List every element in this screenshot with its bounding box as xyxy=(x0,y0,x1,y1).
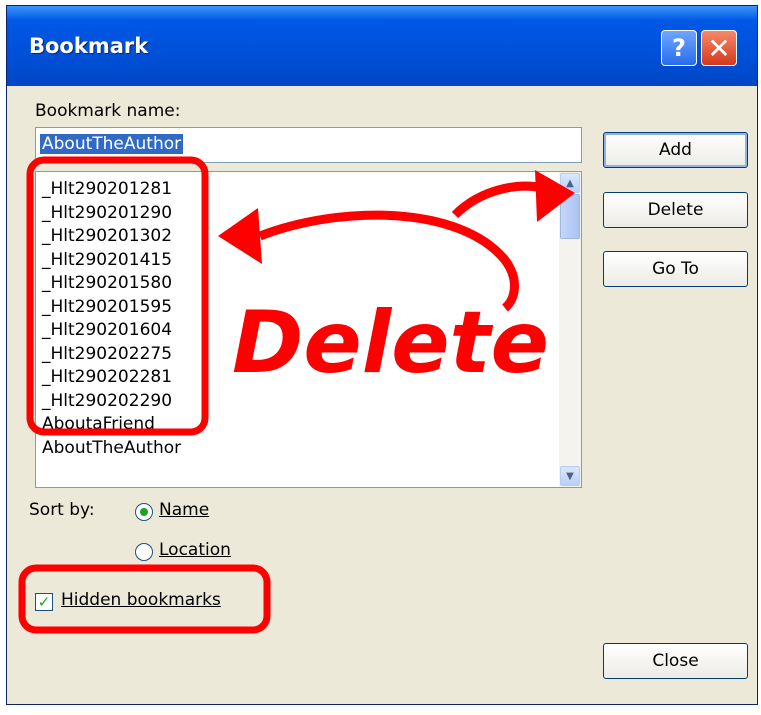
scroll-thumb[interactable] xyxy=(560,194,580,239)
hidden-bookmarks-checkbox[interactable]: ✓ xyxy=(35,593,53,611)
bookmark-name-input[interactable]: AboutTheAuthor xyxy=(35,127,582,163)
list-item[interactable]: _Hlt290201290 xyxy=(42,202,181,226)
close-button[interactable]: Close xyxy=(603,643,748,679)
list-item[interactable]: _Hlt290201415 xyxy=(42,249,181,273)
list-item[interactable]: _Hlt290201580 xyxy=(42,272,181,296)
list-item[interactable]: _Hlt290201604 xyxy=(42,319,181,343)
scroll-down-icon[interactable]: ▼ xyxy=(560,466,580,486)
sort-location-radio[interactable] xyxy=(135,543,153,561)
sort-name-label[interactable]: Name xyxy=(159,500,209,520)
delete-button[interactable]: Delete xyxy=(603,192,748,228)
scroll-up-icon[interactable]: ▲ xyxy=(560,173,580,193)
add-button[interactable]: Add xyxy=(603,132,748,168)
list-item[interactable]: AboutTheAuthor xyxy=(42,437,181,461)
list-item[interactable]: _Hlt290201281 xyxy=(42,178,181,202)
bookmark-list[interactable]: _Hlt290201281 _Hlt290201290 _Hlt290201302 _… xyxy=(35,171,582,488)
list-item[interactable]: _Hlt290202290 xyxy=(42,390,181,414)
sort-location-label[interactable]: Location xyxy=(159,540,231,560)
list-item[interactable]: AboutaFriend xyxy=(42,413,181,437)
list-scrollbar[interactable]: ▲ ▼ xyxy=(559,172,581,487)
goto-button[interactable]: Go To xyxy=(603,251,748,287)
sort-by-label: Sort by: xyxy=(29,500,95,520)
bookmark-items: _Hlt290201281 _Hlt290201290 _Hlt290201302 _… xyxy=(42,178,181,460)
list-item[interactable]: _Hlt290202281 xyxy=(42,366,181,390)
hidden-bookmarks-label[interactable]: Hidden bookmarks xyxy=(61,590,221,610)
dialog-title: Bookmark xyxy=(29,34,149,58)
title-bar: Bookmark ? ✕ xyxy=(7,6,757,86)
sort-name-radio[interactable] xyxy=(135,503,153,521)
help-icon[interactable]: ? xyxy=(661,30,697,66)
bookmark-dialog: Bookmark ? ✕ Bookmark name: AboutTheAuth… xyxy=(6,5,758,705)
bookmark-name-label: Bookmark name: xyxy=(35,101,181,121)
list-item[interactable]: _Hlt290202275 xyxy=(42,343,181,367)
list-item[interactable]: _Hlt290201595 xyxy=(42,296,181,320)
list-item[interactable]: _Hlt290201302 xyxy=(42,225,181,249)
close-icon[interactable]: ✕ xyxy=(701,30,737,66)
bookmark-name-value: AboutTheAuthor xyxy=(40,134,184,154)
